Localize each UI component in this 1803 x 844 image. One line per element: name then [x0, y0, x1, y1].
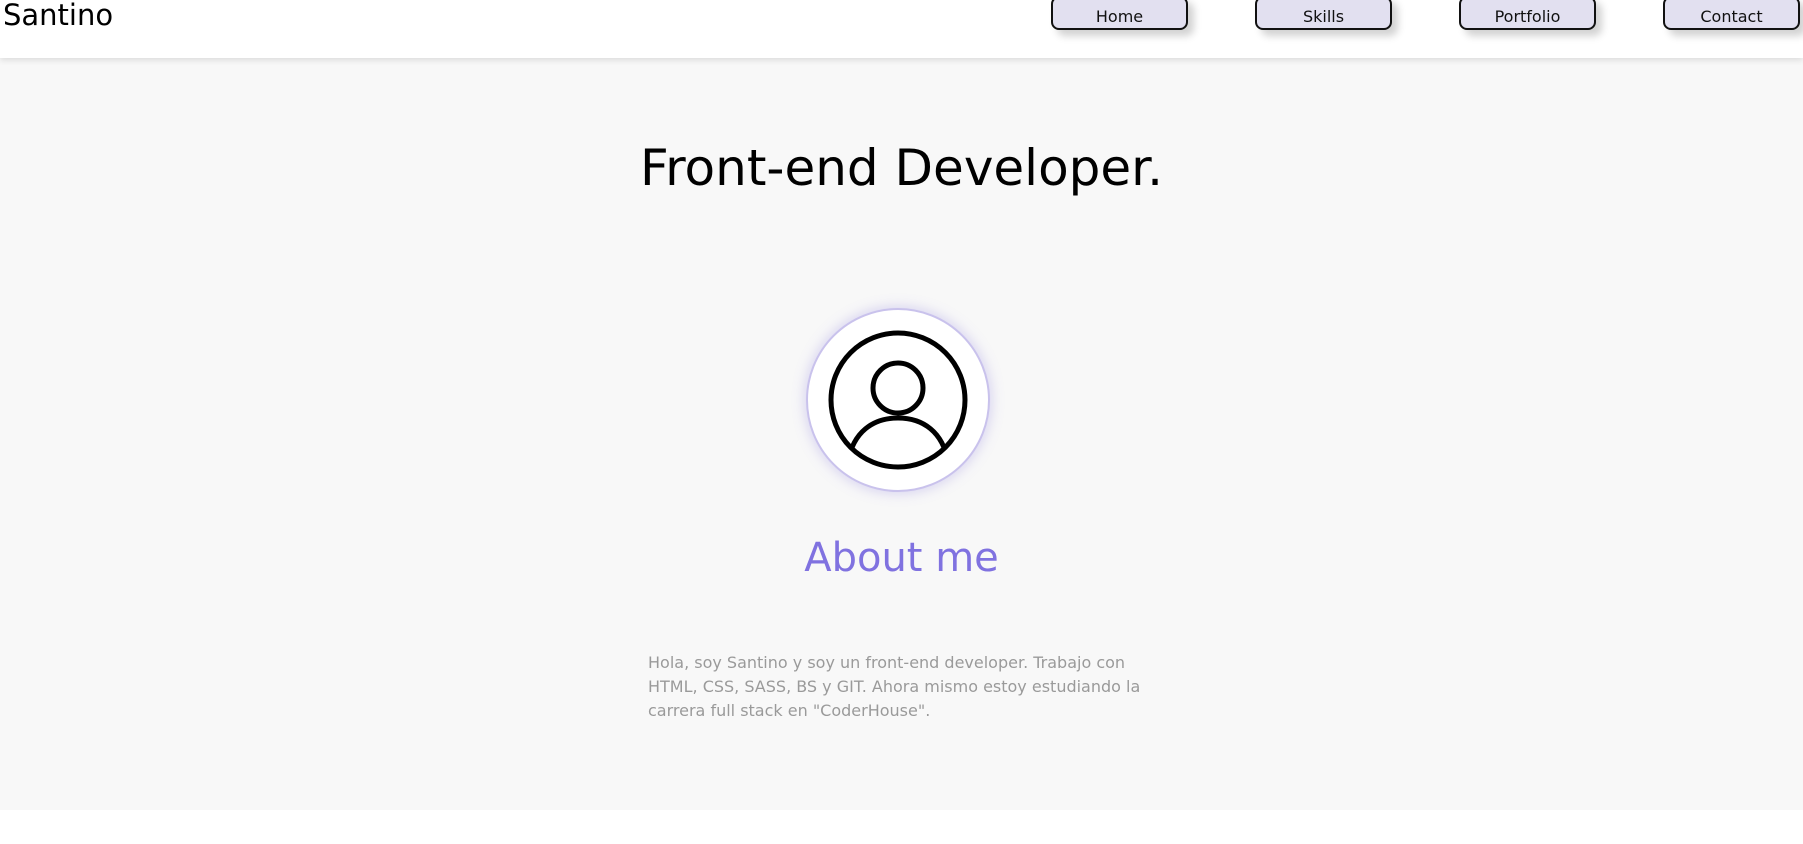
user-circle-icon	[828, 330, 968, 470]
hero-title: Front-end Developer.	[639, 139, 1164, 197]
nav-portfolio-button[interactable]: Portfolio	[1459, 0, 1596, 30]
nav-contact-button[interactable]: Contact	[1663, 0, 1800, 30]
nav-skills-button[interactable]: Skills	[1255, 0, 1392, 30]
nav-home-button[interactable]: Home	[1051, 0, 1188, 30]
site-header: Santino Home Skills Portfolio Contact	[0, 0, 1803, 58]
page-bottom-space	[0, 810, 1803, 844]
main-content: Front-end Developer. About me Hola, soy …	[0, 58, 1803, 810]
brand-logo[interactable]: Santino	[3, 0, 113, 34]
about-text: Hola, soy Santino y soy un front-end dev…	[648, 653, 1141, 720]
avatar	[806, 308, 990, 492]
about-title: About me	[804, 535, 999, 581]
